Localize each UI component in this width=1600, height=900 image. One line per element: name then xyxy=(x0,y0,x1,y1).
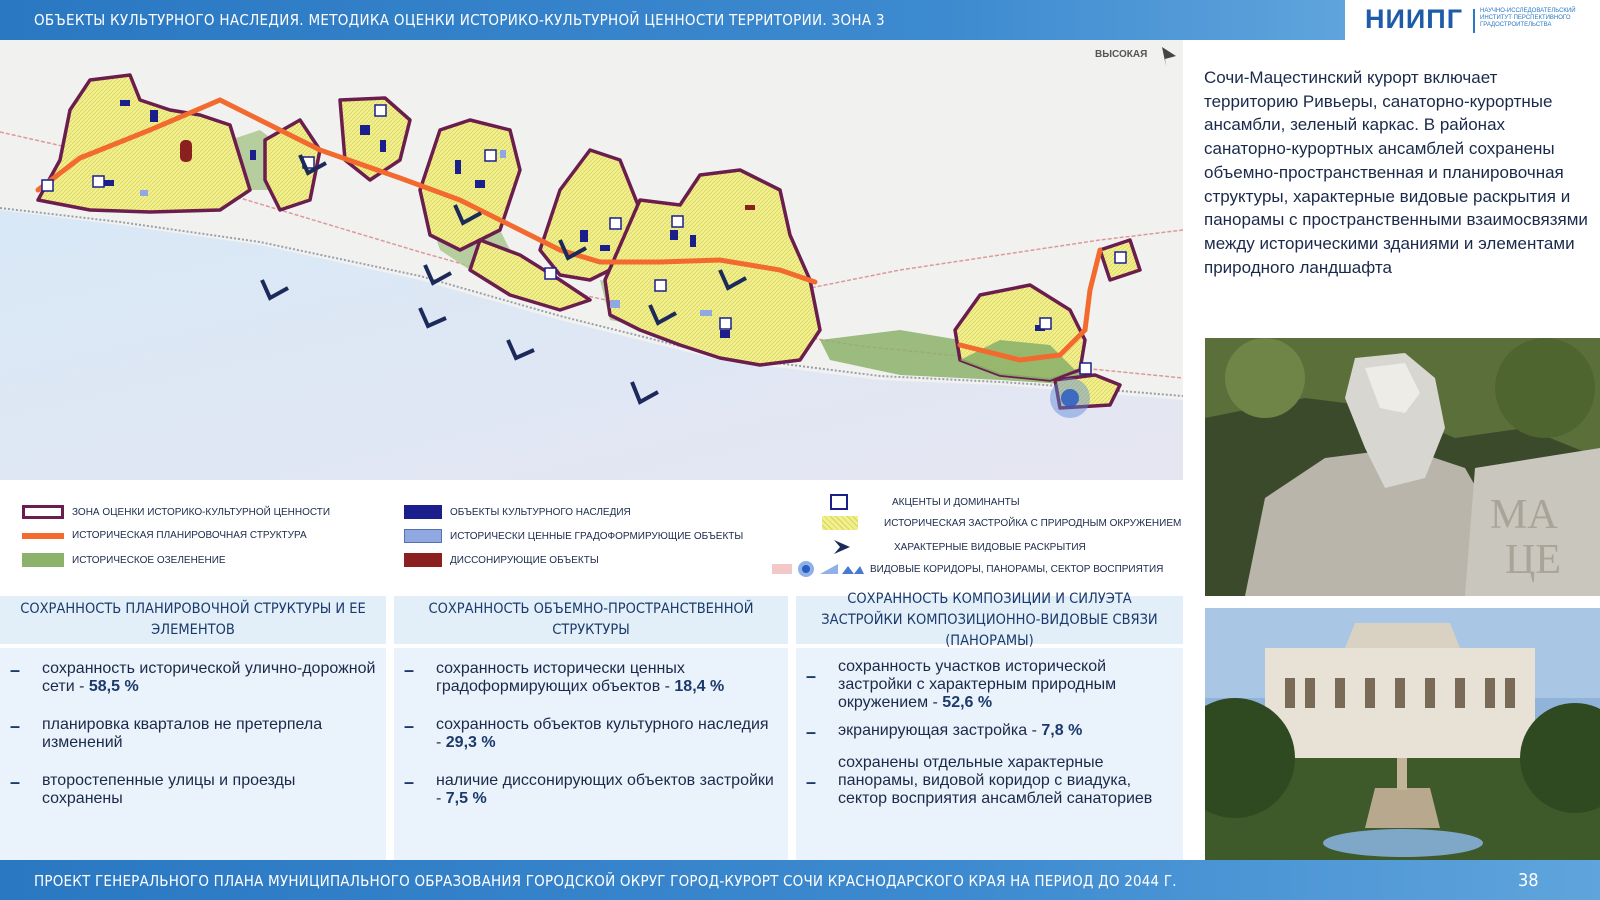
historic-swatch xyxy=(822,516,858,530)
greening-swatch xyxy=(22,553,64,567)
legend-accents-label: АКЦЕНТЫ И ДОМИНАНТЫ xyxy=(892,496,1020,508)
legend-heritage-label: ОБЪЕКТЫ КУЛЬТУРНОГО НАСЛЕДИЯ xyxy=(450,506,631,518)
description-text: Сочи-Мацестинский курорт включает террит… xyxy=(1204,68,1588,277)
column-planning-body: – сохранность исторической улично-дорожно… xyxy=(0,648,386,860)
footer-text: ПРОЕКТ ГЕНЕРАЛЬНОГО ПЛАНА МУНИЦИПАЛЬНОГО… xyxy=(34,872,1177,890)
list-item: – планировка кварталов не претерпела изме… xyxy=(10,716,323,751)
header-bar: ОБЪЕКТЫ КУЛЬТУРНОГО НАСЛЕДИЯ. МЕТОДИКА О… xyxy=(0,0,1345,40)
legend-historic-build: ИСТОРИЧЕСКАЯ ЗАСТРОЙКА С ПРИРОДНЫМ ОКРУЖ… xyxy=(822,516,1181,530)
photo-sanatorium xyxy=(1205,608,1600,860)
photo-monument: МА ЦЕ xyxy=(1205,338,1600,596)
list-item: – сохранность участков исторической застр… xyxy=(806,658,1117,711)
list-item: – сохранность объектов культурного наслед… xyxy=(404,716,769,751)
column-planning-title: СОХРАННОСТЬ ПЛАНИРОВОЧНОЙ СТРУКТУРЫ И ЕЕ… xyxy=(0,596,386,644)
page-title: ОБЪЕКТЫ КУЛЬТУРНОГО НАСЛЕДИЯ. МЕТОДИКА О… xyxy=(34,11,885,29)
legend-planning-label: ИСТОРИЧЕСКАЯ ПЛАНИРОВОЧНАЯ СТРУКТУРА xyxy=(72,530,307,541)
legend-greening: ИСТОРИЧЕСКОЕ ОЗЕЛЕНЕНИЕ xyxy=(22,553,226,567)
legend-views-label: ХАРАКТЕРНЫЕ ВИДОВЫЕ РАСКРЫТИЯ xyxy=(894,541,1086,553)
list-item: – сохранность исторически ценных градофор… xyxy=(404,660,725,695)
column-volume-body: – сохранность исторически ценных градофор… xyxy=(394,648,788,860)
legend-views: ХАРАКТЕРНЫЕ ВИДОВЫЕ РАСКРЫТИЯ xyxy=(832,538,1086,556)
map-canvas: ВЫСОКАЯ xyxy=(0,40,1183,480)
logo-subtitle: НАУЧНО-ИССЛЕДОВАТЕЛЬСКИЙ ИНСТИТУТ ПЕРСПЕ… xyxy=(1480,8,1576,28)
list-item: – второстепенные улицы и проезды сохранен… xyxy=(10,772,296,807)
dissonant-swatch xyxy=(404,553,442,567)
legend-corridors: ВИДОВЫЕ КОРИДОРЫ, ПАНОРАМЫ, СЕКТОР ВОСПР… xyxy=(772,560,1163,578)
heritage-swatch xyxy=(404,505,442,519)
column-planning: СОХРАННОСТЬ ПЛАНИРОВОЧНОЙ СТРУКТУРЫ И ЕЕ… xyxy=(0,596,386,860)
valuable-swatch xyxy=(404,529,442,543)
svg-text:МА: МА xyxy=(1490,492,1558,538)
column-volume: СОХРАННОСТЬ ОБЪЕМНО-ПРОСТРАНСТВЕННОЙ СТР… xyxy=(394,596,788,860)
column-composition-body: – сохранность участков исторической застр… xyxy=(796,648,1183,860)
footer-bar: ПРОЕКТ ГЕНЕРАЛЬНОГО ПЛАНА МУНИЦИПАЛЬНОГО… xyxy=(0,860,1600,900)
logo: НИИПГ НАУЧНО-ИССЛЕДОВАТЕЛЬСКИЙ ИНСТИТУТ … xyxy=(1365,4,1595,36)
column-composition-title: СОХРАННОСТЬ КОМПОЗИЦИИ И СИЛУЭТА ЗАСТРОЙ… xyxy=(796,591,1183,649)
svg-text:ЦЕ: ЦЕ xyxy=(1505,537,1561,583)
logo-text: НИИПГ xyxy=(1365,4,1464,34)
legend-dissonant: ДИССОНИРУЮЩИЕ ОБЪЕКТЫ xyxy=(404,553,599,567)
legend-historic-label: ИСТОРИЧЕСКАЯ ЗАСТРОЙКА С ПРИРОДНЫМ ОКРУЖ… xyxy=(884,517,1182,529)
page-number: 38 xyxy=(1518,870,1539,891)
map-legend: ЗОНА ОЦЕНКИ ИСТОРИКО-КУЛЬТУРНОЙ ЦЕННОСТИ… xyxy=(0,490,1183,590)
legend-zone: ЗОНА ОЦЕНКИ ИСТОРИКО-КУЛЬТУРНОЙ ЦЕННОСТИ xyxy=(22,505,330,519)
legend-heritage: ОБЪЕКТЫ КУЛЬТУРНОГО НАСЛЕДИЯ xyxy=(404,505,631,519)
column-volume-title: СОХРАННОСТЬ ОБЪЕМНО-ПРОСТРАНСТВЕННОЙ СТР… xyxy=(394,596,788,644)
column-composition: СОХРАННОСТЬ КОМПОЗИЦИИ И СИЛУЭТА ЗАСТРОЙ… xyxy=(796,591,1183,860)
list-item: – наличие диссонирующих объектов застройк… xyxy=(404,772,774,807)
view-chevron-icon xyxy=(834,540,850,554)
legend-accents: АКЦЕНТЫ И ДОМИНАНТЫ xyxy=(830,494,1020,510)
planning-swatch xyxy=(22,532,64,539)
zone-swatch xyxy=(22,505,64,519)
corridor-icons xyxy=(772,561,864,577)
list-item: – сохранены отдельные характерные панорам… xyxy=(806,754,1153,807)
accent-icon xyxy=(830,494,848,510)
list-item: – сохранность исторической улично-дорожно… xyxy=(10,660,376,695)
legend-planning: ИСТОРИЧЕСКАЯ ПЛАНИРОВОЧНАЯ СТРУКТУРА xyxy=(22,530,307,541)
zone-map[interactable]: ВЫСОКАЯ xyxy=(0,40,1183,480)
legend-valuable: ИСТОРИЧЕСКИ ЦЕННЫЕ ГРАДОФОРМИРУЮЩИЕ ОБЪЕ… xyxy=(404,529,743,543)
legend-valuable-label: ИСТОРИЧЕСКИ ЦЕННЫЕ ГРАДОФОРМИРУЮЩИЕ ОБЪЕ… xyxy=(450,530,744,542)
list-item: – экранирующая застройка - 7,8 % xyxy=(806,722,1083,742)
label-high: ВЫСОКАЯ xyxy=(1095,49,1147,60)
logo-divider xyxy=(1473,9,1475,33)
legend-corridors-label: ВИДОВЫЕ КОРИДОРЫ, ПАНОРАМЫ, СЕКТОР ВОСПР… xyxy=(870,563,1164,575)
legend-greening-label: ИСТОРИЧЕСКОЕ ОЗЕЛЕНЕНИЕ xyxy=(72,554,226,566)
legend-zone-label: ЗОНА ОЦЕНКИ ИСТОРИКО-КУЛЬТУРНОЙ ЦЕННОСТИ xyxy=(72,506,331,518)
legend-dissonant-label: ДИССОНИРУЮЩИЕ ОБЪЕКТЫ xyxy=(450,554,599,566)
